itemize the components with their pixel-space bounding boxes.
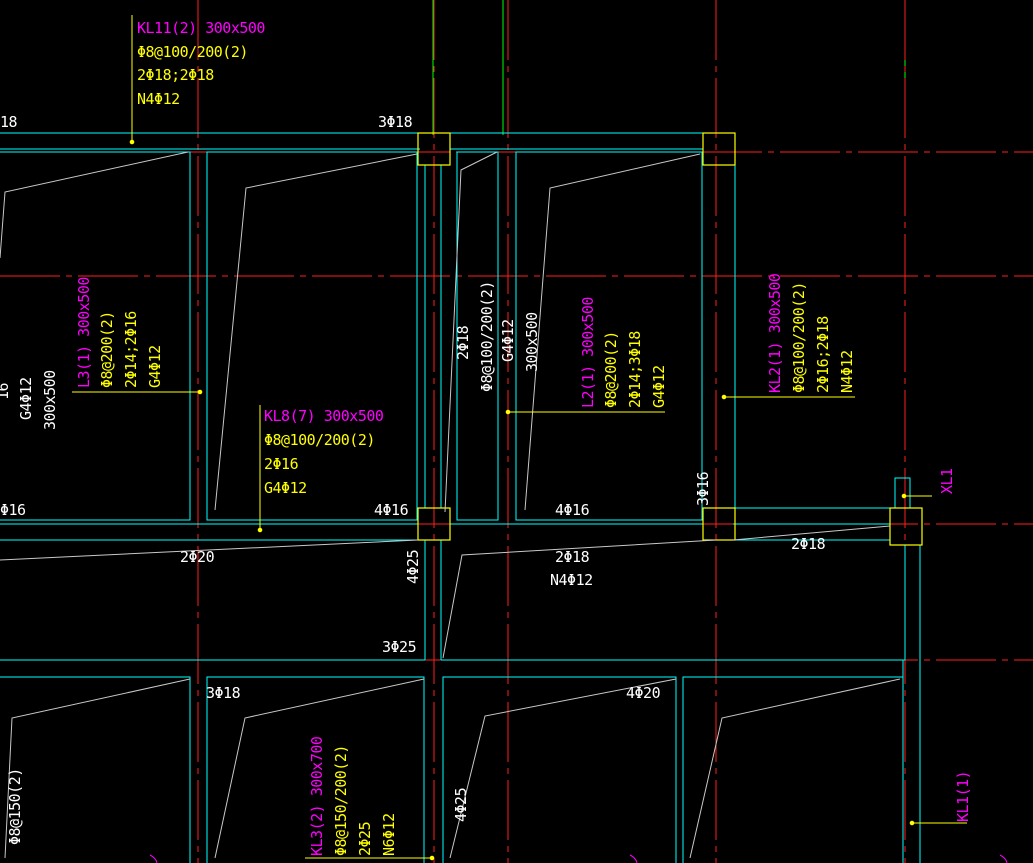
mid-2phi18-label: 2Φ18: [454, 325, 472, 360]
row-2phi20: 2Φ20: [180, 548, 215, 566]
kl11-id: KL11(2) 300x500: [137, 19, 265, 37]
kl8-bars: 2Φ16: [264, 455, 299, 473]
top-3phi18-label: 3Φ18: [378, 113, 413, 131]
kl2-stirrup: Φ8@100/200(2): [790, 282, 808, 393]
row-phi16-left: Φ16: [0, 501, 26, 519]
l3-stirrup: Φ8@200(2): [98, 311, 116, 388]
bot-left-stirrup: Φ8@150(2): [6, 768, 24, 845]
kl3-id: KL3(2) 300x700: [308, 736, 326, 856]
kl1-label: KL1(1): [954, 771, 972, 822]
l2-id: L2(1) 300x500: [579, 297, 597, 408]
l3-id: L3(1) 300x500: [75, 277, 93, 388]
bot-4phi25: 4Φ25: [452, 788, 470, 822]
kl11-bars: 2Φ18;2Φ18: [137, 66, 214, 84]
kl8-id: KL8(7) 300x500: [264, 407, 384, 425]
xl1-label: XL1: [938, 468, 956, 494]
bot-3phi18: 3Φ18: [206, 684, 241, 702]
kl8-waist: G4Φ12: [264, 479, 307, 497]
kl3-waist: N6Φ12: [380, 813, 398, 856]
l3-bars: 2Φ14;2Φ16: [122, 311, 140, 388]
mid-300-label: 300x500: [523, 312, 541, 372]
l2-stirrup: Φ8@200(2): [602, 331, 620, 408]
left-300-label: 300x500: [41, 370, 59, 430]
l2-bars: 2Φ14;3Φ18: [626, 331, 644, 408]
row-4phi25-a: 4Φ25: [404, 550, 422, 584]
left-g4-label: G4Φ12: [17, 377, 35, 420]
row-3phi16: 3Φ16: [694, 471, 712, 506]
row-n4: N4Φ12: [550, 571, 593, 589]
left-partial-16: 16: [0, 382, 12, 400]
row-2phi18-b: 2Φ18: [791, 535, 826, 553]
mid-stirrup-label: Φ8@100/200(2): [478, 281, 496, 392]
kl11-waist: N4Φ12: [137, 90, 180, 108]
cad-drawing-canvas[interactable]: KL11(2) 300x500 Φ8@100/200(2) 2Φ18;2Φ18 …: [0, 0, 1033, 863]
kl2-id: KL2(1) 300x500: [766, 273, 784, 393]
left-top-18-label: 18: [0, 113, 18, 131]
kl2-waist: N4Φ12: [838, 350, 856, 393]
row-4phi16-a: 4Φ16: [374, 501, 409, 519]
kl11-stirrup: Φ8@100/200(2): [137, 43, 248, 61]
row-3phi25: 3Φ25: [382, 638, 416, 656]
mid-g4-label: G4Φ12: [499, 319, 517, 362]
row-4phi16-b: 4Φ16: [555, 501, 590, 519]
kl3-stirrup: Φ8@150/200(2): [332, 745, 350, 856]
bot-4phi20: 4Φ20: [626, 684, 661, 702]
row-2phi18-a: 2Φ18: [555, 548, 590, 566]
kl8-stirrup: Φ8@100/200(2): [264, 431, 375, 449]
kl2-bars: 2Φ16;2Φ18: [814, 316, 832, 393]
l2-waist: G4Φ12: [650, 365, 668, 408]
l3-waist: G4Φ12: [146, 345, 164, 388]
kl3-bars: 2Φ25: [356, 822, 374, 856]
